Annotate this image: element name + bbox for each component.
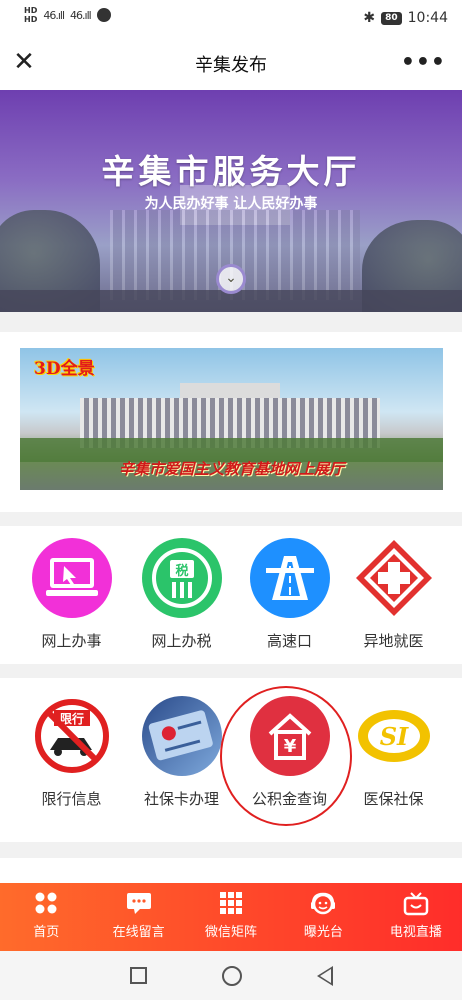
tab-tv-live[interactable]: 电视直播 — [370, 883, 462, 951]
service-label: 限行信息 — [41, 790, 102, 808]
status-bar: HD HD 46.ıll 46.ıll ✱ 80 10:44 — [0, 0, 462, 36]
service-online-tax[interactable]: 税 网上办税 — [124, 538, 239, 651]
system-nav-bar — [0, 951, 462, 1000]
battery-icon: 80 — [381, 11, 402, 25]
home-grid-icon — [0, 891, 92, 921]
service-highway[interactable]: 高速口 — [232, 538, 347, 651]
services-row-1: 网上办事 税 网上办税 高速口 异地就医 — [0, 526, 462, 664]
signal-icon-2: 46.ıll — [70, 8, 92, 22]
services-row-3-partial — [0, 858, 462, 883]
bluetooth-icon: ✱ — [363, 10, 376, 26]
service-medical-social-insurance[interactable]: SI 医保社保 — [336, 696, 451, 809]
panorama-badge: 3D全景 — [34, 359, 95, 379]
status-left: HD HD 46.ıll 46.ıll — [24, 6, 111, 24]
tab-exposure[interactable]: 曝光台 — [277, 883, 369, 951]
service-online-affairs[interactable]: 网上办事 — [14, 538, 129, 651]
tab-label: 曝光台 — [303, 925, 343, 940]
svg-text:税: 税 — [175, 563, 188, 579]
matrix-grid-icon — [185, 891, 277, 921]
page-title: 辛集发布 — [195, 55, 267, 76]
notification-icon — [96, 8, 111, 22]
service-label: 异地就医 — [363, 632, 424, 650]
panorama-caption: 辛集市爱国主义教育基地网上展厅 — [118, 460, 344, 478]
tab-label: 微信矩阵 — [205, 925, 258, 940]
banner-title: 辛集市服务大厅 — [101, 152, 361, 191]
status-right: ✱ 80 10:44 — [363, 10, 448, 26]
panorama-section: 3D全景 辛集市爱国主义教育基地网上展厅 — [0, 332, 462, 512]
tab-label: 电视直播 — [389, 925, 442, 940]
tax-icon: 税 — [141, 538, 222, 618]
banner-subtitle: 为人民办好事 让人民好办事 — [144, 196, 318, 212]
more-options-icon[interactable]: ••• — [401, 50, 446, 75]
service-label: 网上办事 — [41, 632, 102, 650]
message-icon — [92, 891, 184, 921]
tab-label: 在线留言 — [112, 925, 165, 940]
si-logo-icon: SI — [353, 696, 434, 776]
panorama-banner[interactable]: 3D全景 辛集市爱国主义教育基地网上展厅 — [20, 348, 443, 490]
exposure-face-icon — [277, 891, 369, 921]
service-label: 社保卡办理 — [143, 790, 219, 808]
service-label: 高速口 — [266, 632, 312, 650]
service-label: 网上办税 — [151, 632, 212, 650]
home-icon[interactable] — [221, 965, 242, 986]
service-traffic-restriction[interactable]: 限行 限行信息 — [14, 696, 129, 809]
traffic-restriction-icon: 限行 — [31, 696, 112, 776]
service-remote-medical[interactable]: 异地就医 — [336, 538, 451, 651]
tab-wechat-matrix[interactable]: 微信矩阵 — [185, 883, 277, 951]
signal-icon: 46.ıll — [43, 8, 65, 22]
social-security-card-icon — [141, 696, 222, 776]
services-row-2: 限行 限行信息 社保卡办理 ¥ 公积金查询 SI 医保社保 — [0, 678, 462, 842]
medical-cross-icon — [354, 538, 434, 618]
highlight-circle — [220, 686, 352, 826]
highway-icon — [249, 538, 330, 618]
chevron-down-icon[interactable]: ⌄ — [216, 264, 246, 294]
tab-online-message[interactable]: 在线留言 — [92, 883, 184, 951]
recent-apps-icon[interactable] — [129, 967, 147, 984]
svg-text:SI: SI — [379, 722, 408, 751]
clock: 10:44 — [407, 10, 448, 26]
tv-icon — [370, 891, 462, 921]
tab-label: 首页 — [33, 925, 60, 940]
bottom-tab-bar: 首页 在线留言 微信矩阵 曝光台 电视直播 — [0, 883, 462, 951]
back-icon[interactable] — [316, 965, 333, 986]
hd-indicator: HD HD — [24, 6, 38, 24]
service-label: 医保社保 — [363, 790, 424, 808]
computer-icon — [31, 538, 112, 618]
title-bar: ✕ 辛集发布 ••• — [0, 36, 462, 90]
tab-home[interactable]: 首页 — [0, 883, 92, 951]
